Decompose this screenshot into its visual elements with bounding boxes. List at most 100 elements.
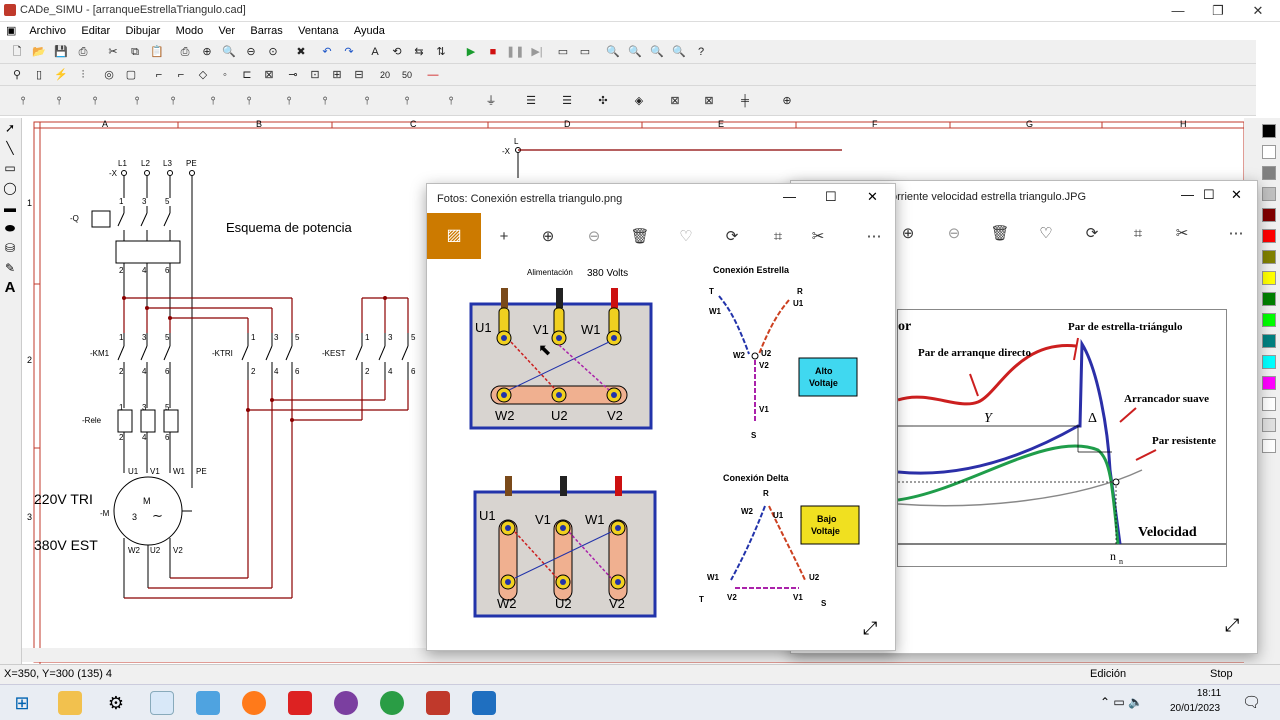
box2-icon[interactable]: ⊠ (700, 92, 718, 110)
photo2-more-icon[interactable]: ⋯ (1225, 223, 1247, 245)
close-button[interactable]: ✕ (1238, 0, 1278, 22)
file-explorer-icon[interactable] (58, 691, 82, 715)
step-icon[interactable]: ▶| (528, 43, 546, 61)
snipping-tool-icon[interactable] (150, 691, 174, 715)
rotate-icon[interactable]: ⟲ (388, 43, 406, 61)
misc-icon[interactable]: ⊟ (350, 66, 368, 84)
junction-icon[interactable]: ✣ (594, 92, 612, 110)
wire-pe-icon[interactable]: ⫯ (86, 92, 104, 110)
menu-ventana[interactable]: Ventana (292, 23, 344, 39)
analog-1-icon[interactable]: 20 (376, 66, 394, 84)
palette-swatch[interactable] (1262, 250, 1276, 264)
line-tool-icon[interactable]: ╲ (0, 138, 20, 158)
menu-modo[interactable]: Modo (170, 23, 210, 39)
undo-icon[interactable]: ↶ (318, 43, 336, 61)
palette-swatch[interactable] (1262, 376, 1276, 390)
wire-3phn-icon[interactable]: ⫯ (280, 92, 298, 110)
save-icon[interactable]: 💾 (52, 43, 70, 61)
filled-ellipse-icon[interactable]: ⬬ (0, 218, 20, 238)
wire-3ph-icon[interactable]: ⫯ (204, 92, 222, 110)
restore-button[interactable]: ❐ (1198, 0, 1238, 22)
node-icon[interactable]: ◈ (630, 92, 648, 110)
fuse-icon[interactable]: ▯ (30, 66, 48, 84)
photo2-crop-icon[interactable]: ⌗ (1127, 223, 1149, 245)
photo1-minimize-button[interactable]: — (783, 189, 796, 204)
palette-swatch[interactable] (1262, 355, 1276, 369)
photo1-image-icon[interactable]: ▨ (427, 213, 481, 259)
photos-app-icon[interactable] (196, 691, 220, 715)
mirror-icon[interactable]: ⇅ (432, 43, 450, 61)
palette-swatch[interactable] (1262, 166, 1276, 180)
bus-icon[interactable]: ☰ (522, 92, 540, 110)
photo2-rotate-icon[interactable]: ⟳ (1081, 223, 1103, 245)
image-viewer-taskbar-icon[interactable] (472, 691, 496, 715)
photo1-edit-icon[interactable]: ✂ (807, 226, 829, 248)
breaker-icon[interactable]: ⫶ (74, 66, 92, 84)
photo2-zoom-in-icon[interactable]: ⊕ (897, 223, 919, 245)
pause-icon[interactable]: ❚❚ (506, 43, 524, 61)
photo1-close-button[interactable]: ✕ (867, 189, 878, 205)
clock-time[interactable]: 18:11 (1184, 688, 1234, 699)
print-preview-icon[interactable]: ⎙ (176, 43, 194, 61)
text-a-icon[interactable]: A (0, 278, 20, 298)
palette-swatch[interactable] (1262, 397, 1276, 411)
rectangle-tool-icon[interactable]: ▭ (0, 158, 20, 178)
clock-date[interactable]: 20/01/2023 (1170, 703, 1220, 714)
bus2-icon[interactable]: ☰ (558, 92, 576, 110)
photo1-favorite-icon[interactable]: ♡ (675, 226, 697, 248)
stop-icon[interactable]: ■ (484, 43, 502, 61)
zoom-select-icon[interactable]: 🔍 (670, 43, 688, 61)
play-icon[interactable]: ▶ (462, 43, 480, 61)
paste-icon[interactable]: 📋 (148, 43, 166, 61)
wire-l1n-icon[interactable]: ⫯ (128, 92, 146, 110)
tray-icons[interactable]: ⌃ ▭ 🔈 (1100, 695, 1143, 709)
ellipse-tool-icon[interactable]: ◯ (0, 178, 20, 198)
switch-icon[interactable]: ⚡ (52, 66, 70, 84)
photo1-zoom-out-icon[interactable]: ⊖ (583, 226, 605, 248)
cut-icon[interactable]: ✂ (104, 43, 122, 61)
window-tile-icon[interactable]: ▭ (554, 43, 572, 61)
wire-dc2-icon[interactable]: ⫯ (398, 92, 416, 110)
delete-icon[interactable]: ✖ (292, 43, 310, 61)
wire-n-icon[interactable]: ⫯ (50, 92, 68, 110)
window-cascade-icon[interactable]: ▭ (576, 43, 594, 61)
photo1-more-icon[interactable]: ⋯ (863, 226, 885, 248)
coil-icon[interactable]: ⊏ (238, 66, 256, 84)
palette-swatch[interactable] (1262, 187, 1276, 201)
text-tool-icon[interactable]: A (366, 43, 384, 61)
screen-recorder-icon[interactable] (288, 691, 312, 715)
cross-icon[interactable]: ╪ (736, 92, 754, 110)
photo2-minimize-button[interactable]: — (1181, 187, 1194, 202)
wire-3phpe-icon[interactable]: ⫯ (240, 92, 258, 110)
counter-icon[interactable]: ⊞ (328, 66, 346, 84)
help-icon[interactable]: ? (692, 43, 710, 61)
filled-rect-icon[interactable]: ▬ (0, 198, 20, 218)
zoom-page-icon[interactable]: ⊖ (242, 43, 260, 61)
photo2-delete-icon[interactable]: 🗑 (989, 223, 1011, 245)
notification-icon[interactable]: 🗨 (1242, 693, 1261, 711)
menu-editar[interactable]: Editar (75, 23, 116, 39)
photo2-favorite-icon[interactable]: ♡ (1035, 223, 1057, 245)
media-app-icon[interactable] (334, 691, 358, 715)
photo2-maximize-button[interactable]: ☐ (1203, 187, 1215, 203)
palette-swatch[interactable] (1262, 271, 1276, 285)
wire-vert-icon[interactable]: ⫯ (442, 92, 460, 110)
contact-nc-icon[interactable]: ⌐ (172, 66, 190, 84)
fill-bucket-icon[interactable]: ⛁ (0, 238, 20, 258)
pen-icon[interactable]: ✎ (0, 258, 20, 278)
contact-no-icon[interactable]: ⌐ (150, 66, 168, 84)
photo2-edit-icon[interactable]: ✂ (1171, 223, 1193, 245)
zoom-all-icon[interactable]: ⊙ (264, 43, 282, 61)
zoom-out-icon[interactable]: 🔍 (626, 43, 644, 61)
photo1-rotate-icon[interactable]: ⟳ (721, 226, 743, 248)
wire-1-icon[interactable]: ⫯ (14, 92, 32, 110)
menu-archivo[interactable]: Archivo (23, 23, 72, 39)
wire-l1npe-icon[interactable]: ⫯ (164, 92, 182, 110)
minimize-button[interactable]: — (1158, 0, 1198, 22)
photo1-zoom-in-icon[interactable]: ⊕ (537, 226, 559, 248)
connector-icon[interactable]: ⊕ (778, 92, 796, 110)
open-folder-icon[interactable]: 📂 (30, 43, 48, 61)
relay-icon[interactable]: ▢ (122, 66, 140, 84)
photo1-add-icon[interactable]: + (493, 226, 515, 248)
analog-2-icon[interactable]: 50 (398, 66, 416, 84)
